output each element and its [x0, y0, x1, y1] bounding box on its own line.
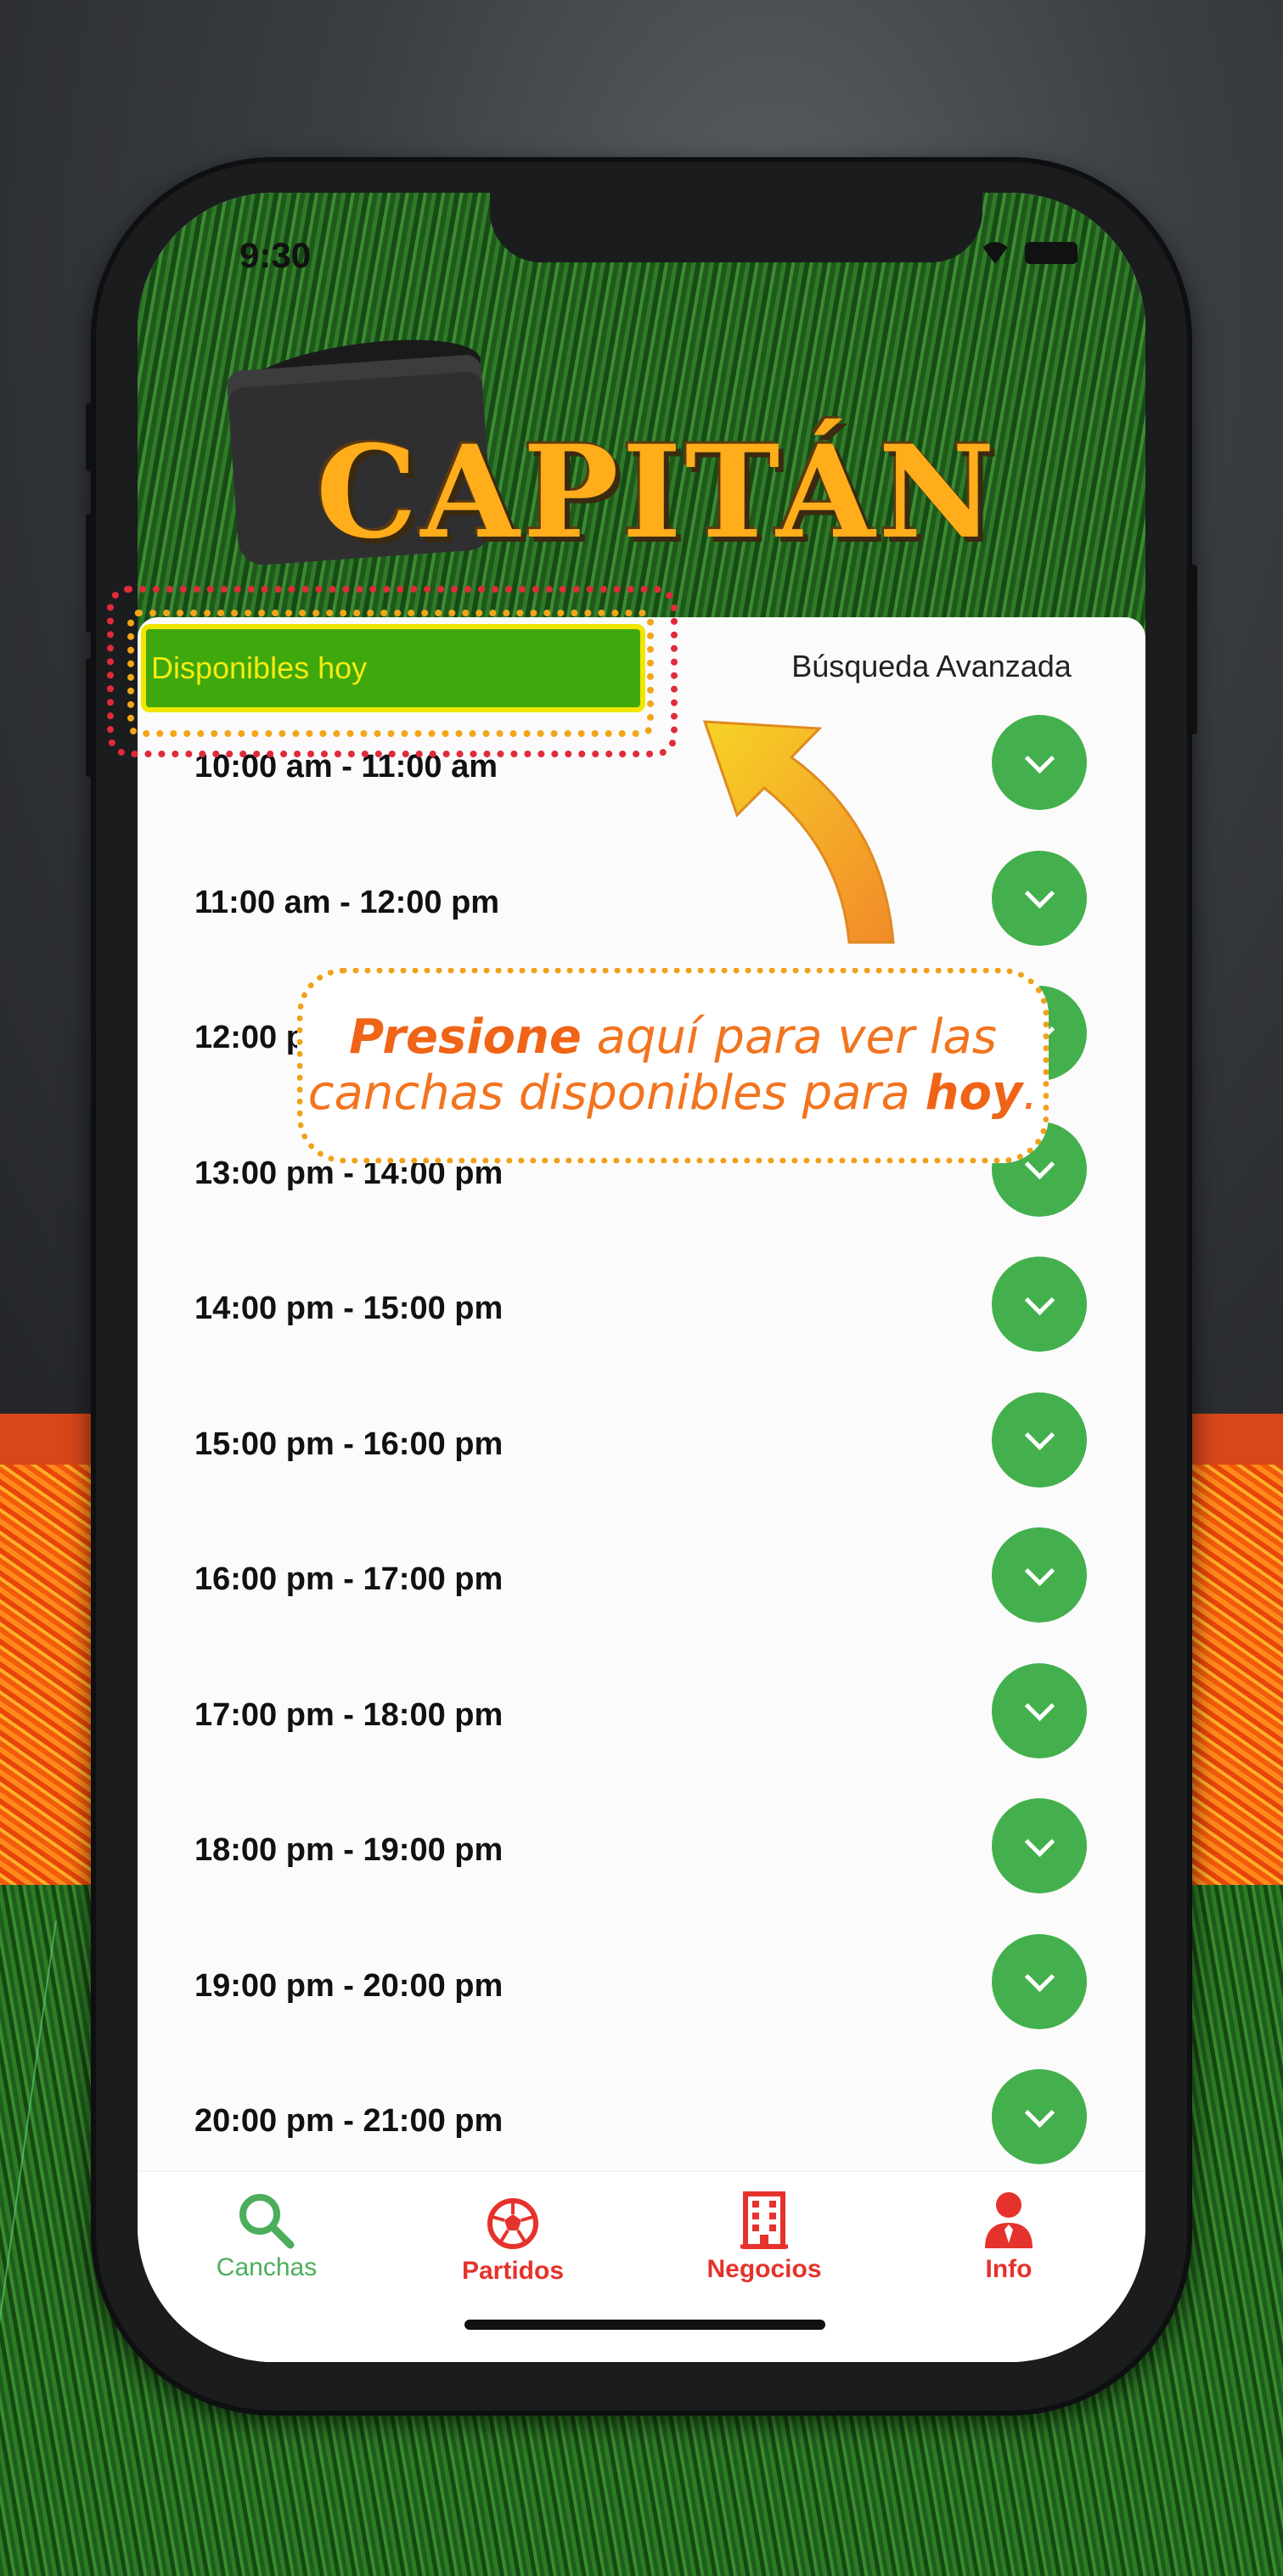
time-slot-label: 18:00 pm - 19:00 pm — [194, 1832, 504, 1868]
phone-frame: 9:30 CAPITÁN Disponibles hoy Búsqueda Av… — [86, 157, 1197, 2416]
chevron-down-icon — [1024, 1285, 1055, 1315]
expand-button[interactable] — [992, 1527, 1087, 1623]
chevron-down-icon — [1024, 878, 1055, 909]
expand-button[interactable] — [992, 1257, 1087, 1352]
callout-period: . — [1022, 1066, 1038, 1121]
chevron-down-icon — [1024, 1826, 1055, 1857]
notch — [490, 193, 982, 262]
app-screen: 9:30 CAPITÁN Disponibles hoy Búsqueda Av… — [138, 193, 1145, 2362]
main-panel: Disponibles hoy Búsqueda Avanzada 10:00 … — [138, 617, 1145, 2362]
time-slot-label: 15:00 pm - 16:00 pm — [194, 1426, 504, 1462]
expand-button[interactable] — [992, 850, 1087, 946]
time-slot-row[interactable]: 15:00 pm - 16:00 pm — [138, 1392, 1145, 1528]
person-icon — [985, 2192, 1033, 2248]
side-button — [86, 514, 93, 633]
callout-line2: canchas disponibles para — [307, 1066, 926, 1121]
battery-icon — [1025, 242, 1078, 264]
expand-button[interactable] — [992, 1662, 1087, 1758]
expand-button[interactable] — [992, 1933, 1087, 2029]
tab-canchas-label: Canchas — [216, 2253, 318, 2281]
time-slot-label: 14:00 pm - 15:00 pm — [194, 1291, 504, 1326]
tab-partidos[interactable]: Partidos — [436, 2191, 589, 2286]
chevron-down-icon — [1024, 2097, 1055, 2128]
expand-button[interactable] — [992, 1798, 1087, 1893]
home-indicator — [464, 2320, 825, 2330]
time-slot-label: 11:00 am - 12:00 pm — [194, 884, 500, 920]
callout-line1: aquí para ver las — [581, 1010, 997, 1065]
time-slot-list: 10:00 am - 11:00 am 11:00 am - 12:00 pm … — [138, 715, 1145, 2205]
tab-info-label: Info — [985, 2255, 1033, 2283]
time-slot-row[interactable]: 17:00 pm - 18:00 pm — [138, 1662, 1145, 1799]
chevron-down-icon — [1024, 1420, 1055, 1451]
callout-bold-hoy: hoy — [925, 1066, 1023, 1121]
search-icon — [239, 2194, 295, 2249]
tab-negocios[interactable]: Negocios — [688, 2191, 841, 2284]
time-slot-label: 17:00 pm - 18:00 pm — [194, 1696, 504, 1733]
time-slot-row[interactable]: 16:00 pm - 17:00 pm — [138, 1527, 1145, 1663]
status-icons — [979, 242, 1078, 264]
building-icon — [740, 2191, 788, 2249]
tab-busqueda-avanzada[interactable]: Búsqueda Avanzada — [732, 624, 1131, 709]
time-slot-label: 16:00 pm - 17:00 pm — [194, 1561, 504, 1597]
wifi-icon — [979, 242, 1011, 264]
chevron-down-icon — [1024, 1555, 1055, 1586]
chevron-down-icon — [1024, 1961, 1055, 1993]
chevron-down-icon — [1024, 743, 1055, 773]
expand-button[interactable] — [992, 2069, 1087, 2164]
tab-canchas[interactable]: Canchas — [190, 2191, 343, 2282]
time-slot-row[interactable]: 19:00 pm - 20:00 pm — [138, 1933, 1145, 2070]
tab-info[interactable]: Info — [932, 2191, 1085, 2284]
tab-partidos-label: Partidos — [461, 2257, 565, 2285]
arrow-icon — [702, 720, 895, 944]
soccer-ball-icon — [487, 2198, 538, 2249]
chevron-down-icon — [1024, 1690, 1055, 1722]
time-slot-label: 19:00 pm - 20:00 pm — [194, 1967, 504, 2004]
time-slot-row[interactable]: 14:00 pm - 15:00 pm — [138, 1257, 1145, 1392]
bottom-tab-bar: Canchas Partidos Negocios Info — [138, 2171, 1145, 2362]
time-slot-row[interactable]: 18:00 pm - 19:00 pm — [138, 1798, 1145, 1934]
status-time: 9:30 — [239, 235, 312, 275]
callout-text: Presione aquí para ver las canchas dispo… — [308, 1010, 1038, 1122]
expand-button[interactable] — [992, 715, 1087, 810]
side-button — [86, 403, 93, 471]
expand-button[interactable] — [992, 1392, 1087, 1488]
app-logo: CAPITÁN — [316, 418, 999, 567]
tutorial-callout: Presione aquí para ver las canchas dispo… — [297, 968, 1049, 1163]
highlight-outline-orange — [127, 610, 654, 737]
callout-bold-presione: Presione — [349, 1010, 582, 1065]
tab-negocios-label: Negocios — [706, 2255, 822, 2283]
side-button — [86, 658, 93, 777]
time-slot-label: 20:00 pm - 21:00 pm — [194, 2103, 504, 2139]
side-button — [1190, 565, 1197, 734]
time-slot-row[interactable]: 11:00 am - 12:00 pm — [138, 850, 1145, 987]
